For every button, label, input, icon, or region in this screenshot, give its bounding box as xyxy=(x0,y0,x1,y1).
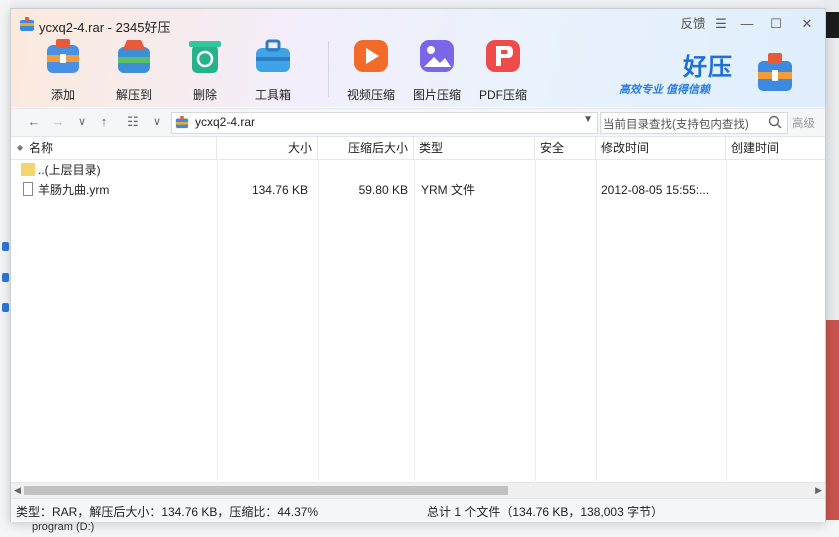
column-modified[interactable]: 修改时间 xyxy=(596,137,726,159)
desktop-edge-icon xyxy=(2,303,9,312)
brand-banner: 好压 高效专业 值得信赖 xyxy=(619,47,817,99)
row-packed-size: 59.80 KB xyxy=(358,183,408,197)
desktop-background-bottom: program (D:) xyxy=(0,520,839,537)
row-size: 134.76 KB xyxy=(251,183,308,197)
pdf-compress-button[interactable]: PDF压缩 xyxy=(473,37,533,102)
column-divider xyxy=(596,159,597,481)
path-bar[interactable]: ycxq2-4.rar ▼ xyxy=(171,112,598,134)
back-arrow-icon[interactable]: ← xyxy=(25,113,43,131)
brand-slogan: 高效专业 值得信赖 xyxy=(619,84,711,96)
column-divider xyxy=(217,159,218,481)
toolbox-button[interactable]: 工具箱 xyxy=(243,37,303,102)
path-text: ycxq2-4.rar xyxy=(195,115,256,129)
tool-label: PDF压缩 xyxy=(478,88,527,102)
toolbox-icon xyxy=(256,39,290,72)
tool-label: 视频压缩 xyxy=(346,88,395,102)
up-arrow-icon[interactable]: ↑ xyxy=(95,113,113,131)
file-icon xyxy=(23,182,33,196)
history-chevron-down-icon[interactable]: ∨ xyxy=(73,113,91,131)
file-total: 总计 1 个文件（134.76 KB，138,003 字节） xyxy=(427,505,664,519)
feedback-button[interactable]: 反馈 xyxy=(679,15,707,33)
window-title: ycxq2-4.rar - 2345好压 xyxy=(39,20,171,35)
desktop-background-left xyxy=(0,0,10,537)
video-compress-button[interactable]: 视频压缩 xyxy=(341,37,401,102)
brand-logo-icon xyxy=(758,53,792,91)
video-compress-icon xyxy=(354,40,388,72)
minimize-button[interactable]: — xyxy=(737,15,757,33)
column-name[interactable]: ◆ 名称 xyxy=(11,137,217,159)
advanced-search-button[interactable]: 高级 xyxy=(792,115,815,131)
tool-label: 解压到 xyxy=(115,88,152,102)
column-divider xyxy=(535,159,536,481)
status-bar: 类型：RAR，解压后大小：134.76 KB，压缩比：44.37% 总计 1 个… xyxy=(11,498,825,522)
toolbar-separator xyxy=(328,41,329,97)
image-compress-icon xyxy=(420,40,454,72)
brand-name: 好压 xyxy=(683,54,733,81)
desktop-background-right xyxy=(824,0,839,537)
column-created[interactable]: 创建时间 xyxy=(726,137,825,159)
navigation-bar: ← → ∨ ↑ ☷ ∨ ycxq2-4.rar ▼ 当前目录查找(支持包内查找)… xyxy=(11,108,825,137)
scroll-left-icon[interactable]: ◀ xyxy=(14,485,21,496)
column-type[interactable]: 类型 xyxy=(414,137,535,159)
table-row[interactable]: 羊肠九曲.yrm 134.76 KB 59.80 KB YRM 文件 2012-… xyxy=(11,180,825,200)
search-input[interactable]: 当前目录查找(支持包内查找) xyxy=(600,112,788,134)
desktop-edge-icon xyxy=(2,273,9,282)
archive-window: ycxq2-4.rar - 2345好压 反馈 ☰ — ☐ ✕ 添加 解压到 删… xyxy=(10,8,826,522)
folder-icon xyxy=(21,163,35,176)
forward-arrow-icon[interactable]: → xyxy=(49,113,67,131)
tool-label: 删除 xyxy=(192,88,217,102)
row-name: ..(上层目录) xyxy=(38,163,101,177)
search-placeholder: 当前目录查找(支持包内查找) xyxy=(603,119,749,131)
image-compress-button[interactable]: 图片压缩 xyxy=(407,37,467,102)
desktop-background-top xyxy=(0,0,839,8)
drive-label[interactable]: program (D:) xyxy=(32,521,94,533)
tool-label: 图片压缩 xyxy=(412,88,461,102)
archive-info: 类型：RAR，解压后大小：134.76 KB，压缩比：44.37% xyxy=(16,505,319,519)
row-name: 羊肠九曲.yrm xyxy=(38,183,110,197)
scroll-right-icon[interactable]: ▶ xyxy=(815,485,822,496)
row-modified: 2012-08-05 15:55:... xyxy=(601,183,710,197)
search-icon[interactable] xyxy=(767,114,783,130)
column-divider xyxy=(414,159,415,481)
sort-icon: ◆ xyxy=(17,143,24,152)
view-chevron-down-icon[interactable]: ∨ xyxy=(148,113,166,131)
view-mode-icon[interactable]: ☷ xyxy=(124,113,142,131)
rar-archive-icon xyxy=(175,115,189,129)
path-dropdown-icon[interactable]: ▼ xyxy=(583,114,593,125)
delete-button[interactable]: 删除 xyxy=(175,37,235,102)
maximize-button[interactable]: ☐ xyxy=(766,15,786,33)
column-divider xyxy=(726,159,727,481)
column-divider xyxy=(318,159,319,481)
menu-icon[interactable]: ☰ xyxy=(711,15,731,33)
column-size[interactable]: 大小 xyxy=(217,137,318,159)
column-packed-size[interactable]: 压缩后大小 xyxy=(318,137,414,159)
tool-label: 添加 xyxy=(50,88,75,102)
tool-label: 工具箱 xyxy=(254,88,291,102)
add-archive-icon xyxy=(47,39,79,73)
column-header: ◆ 名称 大小 压缩后大小 类型 安全 修改时间 创建时间 xyxy=(11,137,825,160)
extract-icon xyxy=(118,40,150,73)
recycle-icon xyxy=(189,41,221,73)
file-list: ◆ 名称 大小 压缩后大小 类型 安全 修改时间 创建时间 ..(上层目录) 羊… xyxy=(11,137,825,482)
scrollbar-thumb[interactable] xyxy=(24,486,508,495)
horizontal-scrollbar[interactable]: ◀ ▶ xyxy=(11,482,825,498)
desktop-edge-icon xyxy=(2,242,9,251)
pdf-compress-icon xyxy=(486,40,520,72)
column-security[interactable]: 安全 xyxy=(535,137,596,159)
row-type: YRM 文件 xyxy=(421,183,476,197)
extract-to-button[interactable]: 解压到 xyxy=(104,37,164,102)
window-header: ycxq2-4.rar - 2345好压 反馈 ☰ — ☐ ✕ 添加 解压到 删… xyxy=(11,9,825,107)
table-row[interactable]: ..(上层目录) xyxy=(11,160,825,180)
close-button[interactable]: ✕ xyxy=(797,15,817,33)
app-logo-icon xyxy=(20,17,34,31)
add-button[interactable]: 添加 xyxy=(33,37,93,102)
